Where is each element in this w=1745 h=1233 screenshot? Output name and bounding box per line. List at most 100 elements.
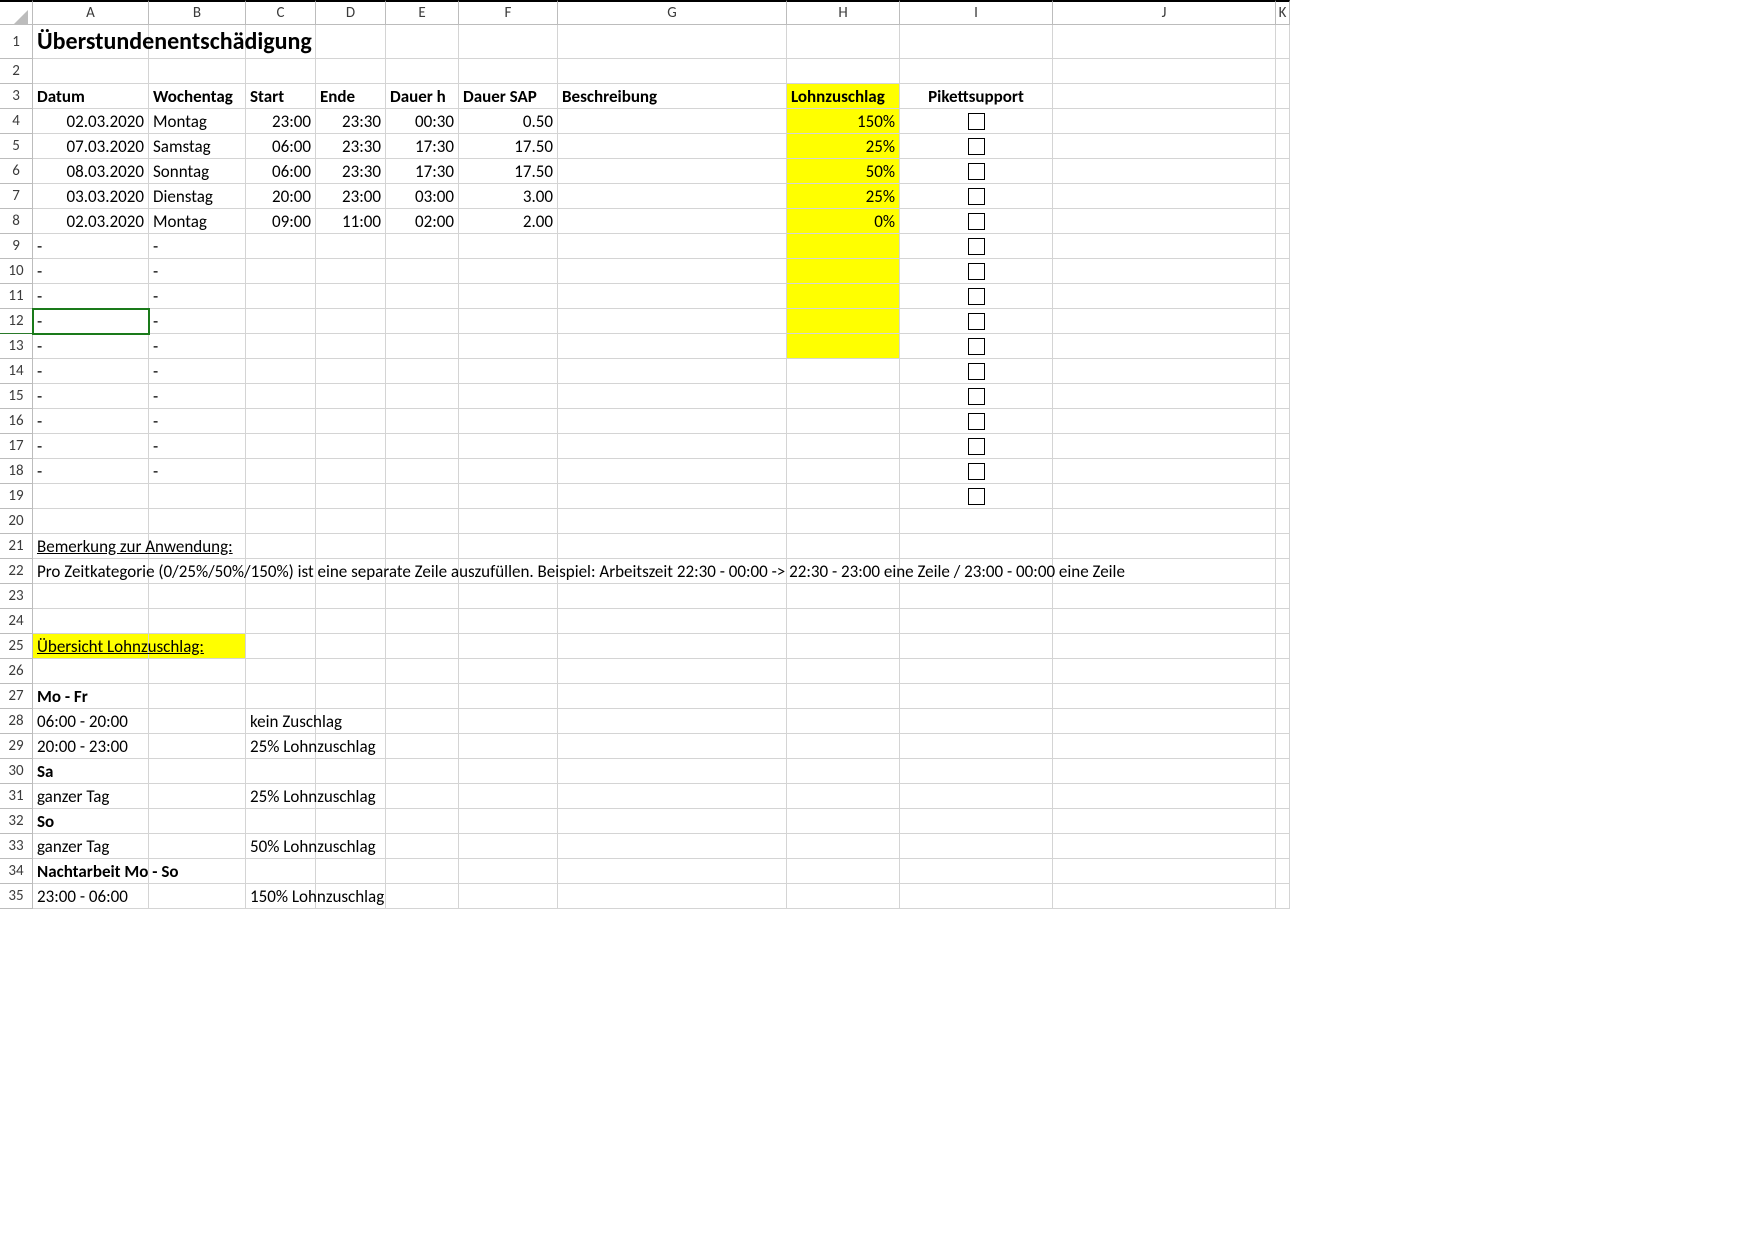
cell[interactable] [386, 859, 459, 884]
cell-C12[interactable] [246, 309, 316, 334]
cell[interactable] [1053, 109, 1276, 134]
cell[interactable] [558, 609, 787, 634]
cell-G10[interactable] [558, 259, 787, 284]
cell[interactable] [1276, 25, 1290, 59]
cell-F15[interactable] [459, 384, 558, 409]
cell[interactable] [246, 659, 316, 684]
cell[interactable] [316, 25, 386, 59]
cell-A35[interactable]: 23:00 - 06:00 [33, 884, 149, 909]
cell-E6[interactable]: 17:30 [386, 159, 459, 184]
cell[interactable] [1053, 534, 1276, 559]
cell[interactable] [386, 509, 459, 534]
cell-F6[interactable]: 17.50 [459, 159, 558, 184]
cell-C31[interactable]: 25% Lohnzuschlag [246, 784, 316, 809]
cell-B35[interactable] [149, 884, 246, 909]
header-A[interactable]: Datum [33, 84, 149, 109]
cell-C14[interactable] [246, 359, 316, 384]
column-header-G[interactable]: G [558, 0, 787, 25]
cell[interactable] [1053, 84, 1276, 109]
cell[interactable] [1276, 409, 1290, 434]
cell[interactable] [900, 59, 1053, 84]
cell-B11[interactable]: - [149, 284, 246, 309]
remarks-title[interactable]: Bemerkung zur Anwendung: [33, 534, 149, 559]
cell[interactable] [386, 709, 459, 734]
cell[interactable] [558, 25, 787, 59]
cell-D17[interactable] [316, 434, 386, 459]
cell-B4[interactable]: Montag [149, 109, 246, 134]
cell-F12[interactable] [459, 309, 558, 334]
cell[interactable] [246, 584, 316, 609]
column-header-F[interactable]: F [459, 0, 558, 25]
cell[interactable] [558, 59, 787, 84]
cell-G17[interactable] [558, 434, 787, 459]
cell-H5[interactable]: 25% [787, 134, 900, 159]
cell[interactable] [787, 809, 900, 834]
cell-H12[interactable] [787, 309, 900, 334]
cell[interactable] [1276, 584, 1290, 609]
header-E[interactable]: Dauer h [386, 84, 459, 109]
cell-C27[interactable] [246, 684, 316, 709]
cell-C29[interactable]: 25% Lohnzuschlag [246, 734, 316, 759]
cell[interactable] [900, 784, 1053, 809]
cell-A11[interactable]: - [33, 284, 149, 309]
cell[interactable] [246, 509, 316, 534]
column-header-B[interactable]: B [149, 0, 246, 25]
cell-B12[interactable]: - [149, 309, 246, 334]
cell[interactable] [386, 884, 459, 909]
cell-A14[interactable]: - [33, 359, 149, 384]
cell[interactable] [1053, 459, 1276, 484]
cell[interactable] [1276, 184, 1290, 209]
cell-B13[interactable]: - [149, 334, 246, 359]
cell-B9[interactable]: - [149, 234, 246, 259]
cell[interactable] [316, 759, 386, 784]
cell-D19[interactable] [316, 484, 386, 509]
cell-I17[interactable] [900, 434, 1053, 459]
cell-B8[interactable]: Montag [149, 209, 246, 234]
cell-E9[interactable] [386, 234, 459, 259]
row-header-28[interactable]: 28 [0, 709, 33, 734]
cell-B31[interactable] [149, 784, 246, 809]
cell-E10[interactable] [386, 259, 459, 284]
row-header-6[interactable]: 6 [0, 159, 33, 184]
cell-A29[interactable]: 20:00 - 23:00 [33, 734, 149, 759]
cell[interactable] [1276, 84, 1290, 109]
spreadsheet-grid[interactable]: ABCDEFGHIJK1Überstundenentschädigung23Da… [0, 0, 1745, 909]
row-header-32[interactable]: 32 [0, 809, 33, 834]
checkbox[interactable] [968, 213, 985, 230]
cell[interactable] [1276, 784, 1290, 809]
row-header-2[interactable]: 2 [0, 59, 33, 84]
cell[interactable] [459, 634, 558, 659]
cell-A31[interactable]: ganzer Tag [33, 784, 149, 809]
cell-B33[interactable] [149, 834, 246, 859]
cell-A15[interactable]: - [33, 384, 149, 409]
cell[interactable] [1276, 859, 1290, 884]
cell-F16[interactable] [459, 409, 558, 434]
cell[interactable] [316, 859, 386, 884]
checkbox[interactable] [968, 438, 985, 455]
cell-B7[interactable]: Dienstag [149, 184, 246, 209]
cell-D4[interactable]: 23:30 [316, 109, 386, 134]
row-header-16[interactable]: 16 [0, 409, 33, 434]
cell[interactable] [1053, 734, 1276, 759]
cell-G6[interactable] [558, 159, 787, 184]
cell-D7[interactable]: 23:00 [316, 184, 386, 209]
cell-C18[interactable] [246, 459, 316, 484]
cell[interactable] [386, 684, 459, 709]
cell[interactable] [1053, 634, 1276, 659]
row-header-21[interactable]: 21 [0, 534, 33, 559]
cell[interactable] [1276, 359, 1290, 384]
cell[interactable] [459, 509, 558, 534]
checkbox[interactable] [968, 288, 985, 305]
cell[interactable] [33, 509, 149, 534]
cell-B29[interactable] [149, 734, 246, 759]
cell[interactable] [1276, 559, 1290, 584]
cell[interactable] [459, 59, 558, 84]
cell[interactable] [900, 809, 1053, 834]
cell-E5[interactable]: 17:30 [386, 134, 459, 159]
cell-D18[interactable] [316, 459, 386, 484]
cell[interactable] [900, 509, 1053, 534]
cell[interactable] [459, 859, 558, 884]
cell[interactable] [33, 609, 149, 634]
cell-I4[interactable] [900, 109, 1053, 134]
cell-H16[interactable] [787, 409, 900, 434]
